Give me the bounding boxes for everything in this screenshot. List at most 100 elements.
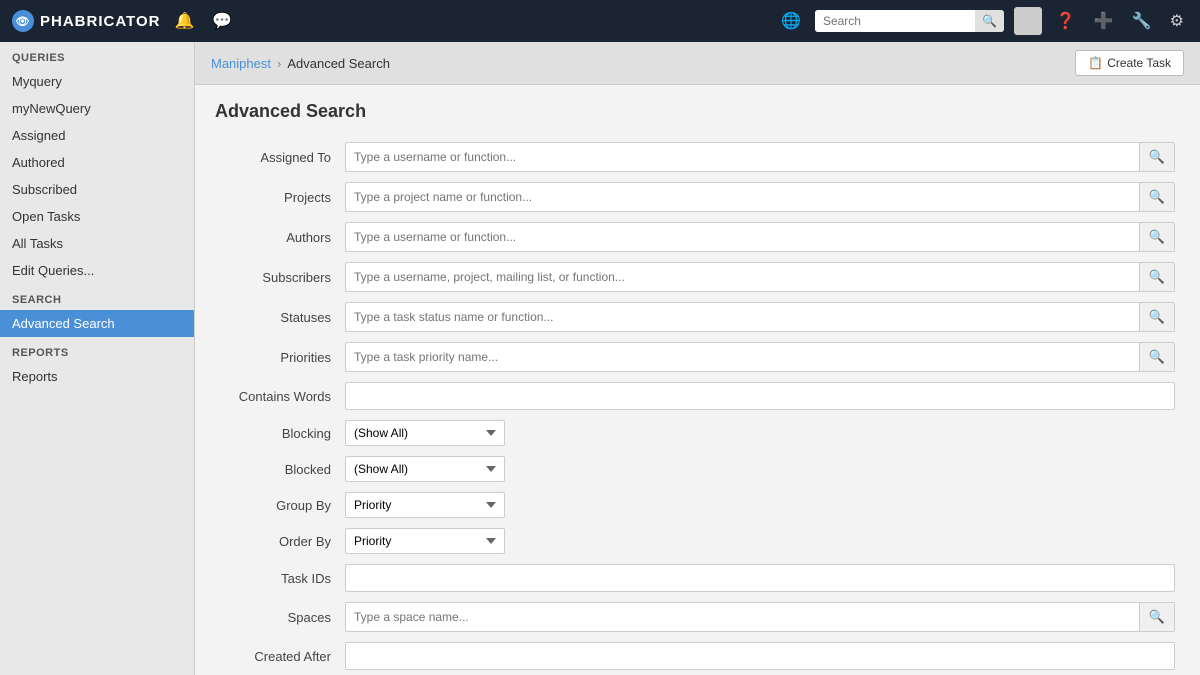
sidebar-item-open-tasks[interactable]: Open Tasks	[0, 203, 194, 230]
breadcrumb-separator: ›	[277, 56, 281, 71]
authors-search-btn[interactable]: 🔍	[1139, 223, 1174, 251]
priorities-row: Priorities 🔍	[215, 342, 1175, 372]
subscribers-row: Subscribers 🔍	[215, 262, 1175, 292]
navbar-search[interactable]: 🔍	[815, 10, 1004, 32]
sidebar-item-authored[interactable]: Authored	[0, 149, 194, 176]
statuses-label: Statuses	[215, 310, 345, 325]
main-content: Maniphest › Advanced Search 📋 Create Tas…	[195, 42, 1200, 675]
breadcrumb-parent[interactable]: Maniphest	[211, 56, 271, 71]
contains-words-input[interactable]	[345, 382, 1175, 410]
sidebar-item-mynewquery[interactable]: myNewQuery	[0, 95, 194, 122]
task-ids-input[interactable]	[345, 564, 1175, 592]
priorities-wrap: 🔍	[345, 342, 1175, 372]
sidebar-item-myquery[interactable]: Myquery	[0, 68, 194, 95]
advanced-search-form: Assigned To 🔍 Projects 🔍	[215, 142, 1175, 670]
sidebar-item-advanced-search[interactable]: Advanced Search	[0, 310, 194, 337]
search-button[interactable]: 🔍	[975, 10, 1004, 32]
help-icon[interactable]: ❓	[1052, 7, 1080, 35]
spaces-row: Spaces 🔍	[215, 602, 1175, 632]
group-by-label: Group By	[215, 498, 345, 513]
bell-icon[interactable]: 🔔	[170, 7, 198, 35]
projects-input-group: 🔍	[345, 182, 1175, 212]
assigned-to-search-btn[interactable]: 🔍	[1139, 143, 1174, 171]
settings-icon[interactable]: ⚙	[1166, 7, 1188, 35]
subscribers-label: Subscribers	[215, 270, 345, 285]
spaces-search-btn[interactable]: 🔍	[1139, 603, 1174, 631]
subscribers-search-btn[interactable]: 🔍	[1139, 263, 1174, 291]
create-task-icon: 📋	[1088, 56, 1103, 70]
statuses-search-btn[interactable]: 🔍	[1139, 303, 1174, 331]
assigned-to-wrap: 🔍	[345, 142, 1175, 172]
priorities-input[interactable]	[346, 344, 1139, 370]
blocking-label: Blocking	[215, 426, 345, 441]
subscribers-wrap: 🔍	[345, 262, 1175, 292]
sidebar-item-subscribed[interactable]: Subscribed	[0, 176, 194, 203]
authors-row: Authors 🔍	[215, 222, 1175, 252]
statuses-row: Statuses 🔍	[215, 302, 1175, 332]
order-by-label: Order By	[215, 534, 345, 549]
statuses-input[interactable]	[346, 304, 1139, 330]
app-name: PHABRICATOR	[40, 13, 160, 30]
globe-icon[interactable]: 🌐	[777, 7, 805, 35]
content-area: Advanced Search Assigned To 🔍 Projects	[195, 85, 1200, 675]
group-by-select[interactable]: Priority Project Assigned Reporter Statu…	[345, 492, 505, 518]
authors-input-group: 🔍	[345, 222, 1175, 252]
navbar: 👁 PHABRICATOR 🔔 💬 🌐 🔍 ❓ ➕ 🔧 ⚙	[0, 0, 1200, 42]
projects-input[interactable]	[346, 184, 1139, 210]
contains-words-label: Contains Words	[215, 389, 345, 404]
breadcrumb: Maniphest › Advanced Search	[211, 56, 390, 71]
add-icon[interactable]: ➕	[1090, 7, 1118, 35]
avatar[interactable]	[1014, 7, 1042, 35]
create-task-label: Create Task	[1107, 56, 1171, 70]
created-after-row: Created After	[215, 642, 1175, 670]
statuses-input-group: 🔍	[345, 302, 1175, 332]
create-task-button[interactable]: 📋 Create Task	[1075, 50, 1184, 76]
sidebar: QUERIES Myquery myNewQuery Assigned Auth…	[0, 42, 195, 675]
sidebar-item-edit-queries[interactable]: Edit Queries...	[0, 257, 194, 284]
created-after-label: Created After	[215, 649, 345, 664]
breadcrumb-current: Advanced Search	[287, 56, 390, 71]
spaces-input[interactable]	[346, 604, 1139, 630]
assigned-to-input[interactable]	[346, 144, 1139, 170]
queries-section-label: QUERIES	[0, 42, 194, 68]
projects-label: Projects	[215, 190, 345, 205]
search-section-label: SEARCH	[0, 284, 194, 310]
created-after-wrap	[345, 642, 1175, 670]
blocking-wrap: (Show All) Show Blocking Show Not Blocki…	[345, 420, 1175, 446]
assigned-to-row: Assigned To 🔍	[215, 142, 1175, 172]
sidebar-item-reports[interactable]: Reports	[0, 363, 194, 390]
assigned-to-input-group: 🔍	[345, 142, 1175, 172]
contains-words-wrap	[345, 382, 1175, 410]
blocked-label: Blocked	[215, 462, 345, 477]
sidebar-item-all-tasks[interactable]: All Tasks	[0, 230, 194, 257]
statuses-wrap: 🔍	[345, 302, 1175, 332]
priorities-search-btn[interactable]: 🔍	[1139, 343, 1174, 371]
projects-wrap: 🔍	[345, 182, 1175, 212]
priorities-label: Priorities	[215, 350, 345, 365]
projects-search-btn[interactable]: 🔍	[1139, 183, 1174, 211]
task-ids-row: Task IDs	[215, 564, 1175, 592]
search-input[interactable]	[815, 10, 975, 32]
authors-label: Authors	[215, 230, 345, 245]
chat-icon[interactable]: 💬	[208, 7, 236, 35]
blocked-row: Blocked (Show All) Show Blocked Show Not…	[215, 456, 1175, 482]
wrench-icon[interactable]: 🔧	[1128, 7, 1156, 35]
blocking-select[interactable]: (Show All) Show Blocking Show Not Blocki…	[345, 420, 505, 446]
authors-wrap: 🔍	[345, 222, 1175, 252]
blocked-select[interactable]: (Show All) Show Blocked Show Not Blocked	[345, 456, 505, 482]
app-logo[interactable]: 👁 PHABRICATOR	[12, 10, 160, 32]
authors-input[interactable]	[346, 224, 1139, 250]
task-ids-wrap	[345, 564, 1175, 592]
assigned-to-label: Assigned To	[215, 150, 345, 165]
order-by-select[interactable]: Priority Updated Created Title	[345, 528, 505, 554]
sidebar-item-assigned[interactable]: Assigned	[0, 122, 194, 149]
group-by-wrap: Priority Project Assigned Reporter Statu…	[345, 492, 1175, 518]
page-title: Advanced Search	[215, 101, 1180, 122]
reports-section-label: REPORTS	[0, 337, 194, 363]
contains-words-row: Contains Words	[215, 382, 1175, 410]
created-after-input[interactable]	[345, 642, 1175, 670]
order-by-wrap: Priority Updated Created Title	[345, 528, 1175, 554]
subscribers-input[interactable]	[346, 264, 1139, 290]
task-ids-label: Task IDs	[215, 571, 345, 586]
blocked-wrap: (Show All) Show Blocked Show Not Blocked	[345, 456, 1175, 482]
